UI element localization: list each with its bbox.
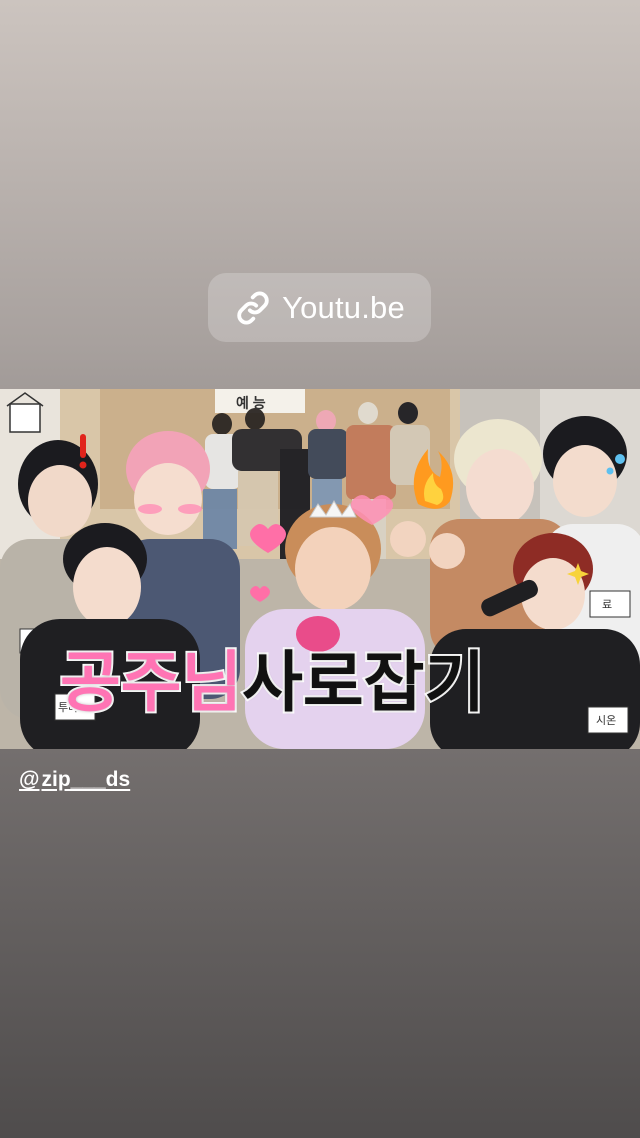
mention-handle: zip___ds <box>41 768 131 791</box>
mention-sticker[interactable]: @ zip___ds <box>19 768 130 792</box>
link-icon <box>237 291 269 324</box>
title-black: 사로잡기 <box>240 642 487 723</box>
thumbnail-title: 공주님사로잡기 <box>58 633 640 733</box>
title-pink: 공주님 <box>58 642 244 723</box>
threads-icon: @ <box>19 768 40 791</box>
video-thumbnail[interactable]: 투다 료 시온 예 능 공주님사로잡기 <box>0 389 640 749</box>
name-tag-2: 료 <box>602 599 613 611</box>
sign-text: 예 능 <box>236 395 266 411</box>
link-sticker[interactable]: Youtu.be <box>208 273 431 342</box>
link-label: Youtu.be <box>282 289 405 325</box>
